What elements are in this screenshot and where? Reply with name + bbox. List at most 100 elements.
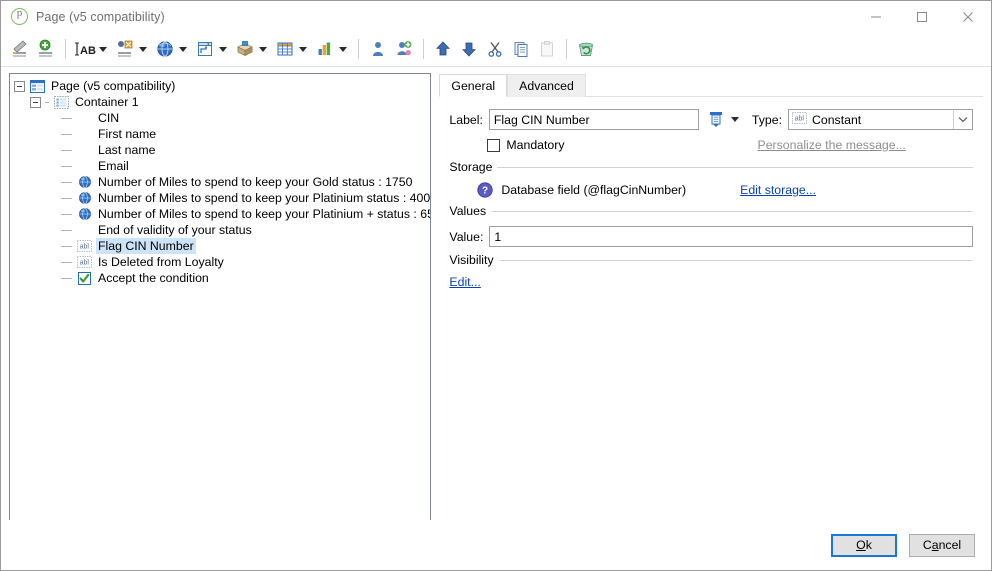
copy-button[interactable] — [508, 36, 534, 62]
minimize-button[interactable] — [853, 1, 899, 32]
visibility-edit-link[interactable]: Edit... — [449, 275, 480, 289]
dialog-window: Page (v5 compatibility) — [0, 0, 992, 571]
chevron-down-icon[interactable] — [179, 46, 187, 52]
values-group-header: Values — [449, 204, 973, 218]
insert-field-button[interactable] — [7, 36, 33, 62]
tab-general[interactable]: General — [439, 74, 508, 97]
paste-button[interactable] — [534, 36, 560, 62]
tree-node-label: Is Deleted from Loyalty — [98, 255, 224, 269]
abl-icon: abl — [76, 239, 93, 254]
values-group-label: Values — [449, 204, 487, 218]
value-row: Value: — [449, 226, 973, 247]
globe-icon — [76, 191, 93, 206]
copy-icon — [510, 38, 532, 60]
chevron-down-icon[interactable] — [259, 46, 267, 52]
tree-node-label: End of validity of your status — [98, 223, 252, 237]
ok-accel: O — [856, 538, 866, 552]
container-list-icon — [53, 95, 70, 110]
chevron-down-icon[interactable] — [730, 117, 739, 122]
text-ab-button[interactable]: AB — [72, 36, 112, 62]
window-title: Page (v5 compatibility) — [36, 9, 165, 24]
type-select[interactable]: abl Constant — [788, 109, 973, 130]
cut-button[interactable] — [482, 36, 508, 62]
tab-advanced[interactable]: Advanced — [507, 74, 586, 97]
visibility-group: Visibility Edit... — [449, 253, 973, 289]
input-field-button[interactable] — [112, 36, 152, 62]
toolbar-separator — [358, 39, 359, 59]
web-element-button[interactable] — [152, 36, 192, 62]
cancel-button[interactable]: Cancel — [909, 533, 975, 557]
value-input[interactable] — [489, 226, 973, 247]
no-icon — [76, 223, 93, 238]
cancel-accel: a — [931, 538, 939, 552]
ok-button[interactable]: Ok — [831, 533, 897, 557]
tree-node-page[interactable]: Page (v5 compatibility) — [10, 78, 430, 94]
collapse-toggle-icon[interactable] — [14, 80, 25, 92]
storage-row: ? Database field (@flagCinNumber) Edit s… — [477, 182, 973, 198]
abl-icon: abl — [76, 255, 93, 270]
user-button[interactable] — [365, 36, 391, 62]
no-icon — [76, 159, 93, 174]
tab-general-label: General — [451, 79, 496, 93]
mandatory-checkbox[interactable] — [487, 138, 501, 152]
properties-pane: General Advanced Label: Flag CIN Number … — [439, 73, 983, 525]
tree-node-label: Page (v5 compatibility) — [51, 79, 176, 93]
tree-line — [61, 229, 72, 231]
tree-node-flag-cin-number[interactable]: abl Flag CIN Number — [10, 238, 430, 254]
tree-node-gold-miles[interactable]: Number of Miles to spend to keep your Go… — [10, 174, 430, 190]
help-question-icon: ? — [477, 182, 494, 198]
package-icon — [234, 38, 256, 60]
tree-node-label: Number of Miles to spend to keep your Go… — [98, 175, 413, 189]
tree-node-cin[interactable]: CIN — [10, 110, 430, 126]
ok-button-label: Ok — [856, 538, 872, 552]
move-up-button[interactable] — [430, 36, 456, 62]
tree-node-container-1[interactable]: Container 1 — [10, 94, 430, 110]
tree-node-first-name[interactable]: First name — [10, 126, 430, 142]
table-button[interactable] — [272, 36, 312, 62]
type-caption: Type: — [751, 112, 782, 127]
tree-node-last-name[interactable]: Last name — [10, 142, 430, 158]
svg-text:abl: abl — [80, 260, 90, 267]
chevron-down-icon[interactable] — [99, 46, 107, 52]
maximize-button[interactable] — [899, 1, 945, 32]
table-icon — [274, 38, 296, 60]
close-button[interactable] — [945, 1, 991, 32]
tab-panel-general: Label: Type: — [439, 96, 983, 525]
mandatory-label: Mandatory — [506, 138, 565, 152]
collapse-toggle-icon[interactable] — [30, 96, 41, 108]
container-button[interactable] — [192, 36, 232, 62]
chevron-down-icon[interactable] — [339, 46, 347, 52]
personalize-message-link[interactable]: Personalize the message... — [758, 138, 906, 152]
element-tree[interactable]: Page (v5 compatibility) Container 1 CIN … — [9, 73, 432, 525]
visibility-group-label: Visibility — [449, 253, 494, 267]
label-caption: Label: — [449, 112, 483, 127]
insert-field-icon — [9, 38, 31, 60]
chevron-down-icon[interactable] — [139, 46, 147, 52]
add-user-button[interactable] — [391, 36, 417, 62]
cancel-pre: C — [922, 538, 932, 552]
package-button[interactable] — [232, 36, 272, 62]
globe-icon — [76, 175, 93, 190]
label-input[interactable] — [488, 109, 699, 130]
tree-node-platinium-plus-miles[interactable]: Number of Miles to spend to keep your Pl… — [10, 206, 430, 222]
tree-line — [61, 165, 72, 167]
paste-icon — [536, 38, 558, 60]
tree-node-email[interactable]: Email — [10, 158, 430, 174]
group-divider — [497, 166, 973, 168]
tree-node-accept-the-condition[interactable]: Accept the condition — [10, 270, 430, 286]
group-divider — [491, 210, 973, 212]
chevron-down-icon[interactable] — [299, 46, 307, 52]
edit-storage-link[interactable]: Edit storage... — [740, 183, 816, 197]
move-down-button[interactable] — [456, 36, 482, 62]
cut-icon — [484, 38, 506, 60]
chart-button[interactable] — [312, 36, 352, 62]
dialog-content: Page (v5 compatibility) Container 1 CIN … — [1, 67, 991, 531]
refresh-button[interactable] — [573, 36, 599, 62]
tree-node-platinium-miles[interactable]: Number of Miles to spend to keep your Pl… — [10, 190, 430, 206]
add-element-button[interactable] — [33, 36, 59, 62]
tree-node-end-validity[interactable]: End of validity of your status — [10, 222, 430, 238]
chevron-down-icon[interactable] — [219, 46, 227, 52]
chevron-down-icon[interactable] — [953, 110, 972, 129]
list-picker-icon[interactable] — [705, 109, 727, 130]
tree-node-is-deleted-from-loyalty[interactable]: abl Is Deleted from Loyalty — [10, 254, 430, 270]
